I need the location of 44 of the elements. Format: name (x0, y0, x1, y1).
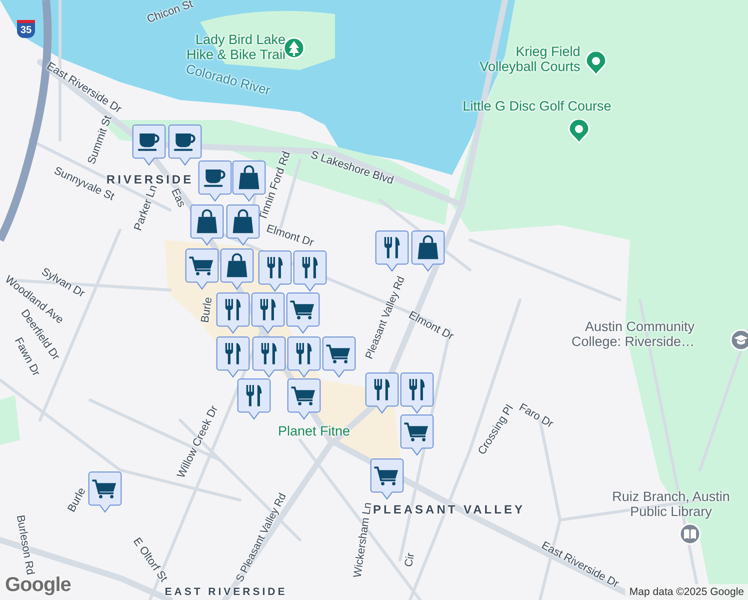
fork-knife-pin-icon[interactable] (216, 336, 250, 378)
shopping-bag-pin-icon[interactable] (226, 204, 260, 246)
attribution-text: Map data ©2025 Google (625, 584, 748, 600)
neighborhood-label: PLEASANT VALLEY (373, 503, 525, 517)
highway-shield: 35 (17, 20, 35, 38)
coffee-cup-pin-icon[interactable] (198, 160, 232, 202)
cart-pin-icon[interactable] (322, 336, 356, 378)
cart-pin-icon[interactable] (400, 414, 434, 456)
shopping-bag-pin-icon[interactable] (411, 230, 445, 272)
neighborhood-label: RIVERSIDE (106, 173, 194, 186)
fork-knife-pin-icon[interactable] (237, 378, 271, 420)
coffee-cup-pin-icon[interactable] (168, 124, 202, 166)
fork-knife-pin-icon[interactable] (375, 230, 409, 272)
place-label: Austin Community College: Riverside… (571, 320, 695, 350)
location-marker-icon[interactable] (585, 51, 607, 76)
street-label: Wickersham Ln (352, 502, 374, 578)
river-label: Colorado River (184, 62, 272, 98)
fork-knife-pin-icon[interactable] (258, 250, 292, 292)
cart-pin-icon[interactable] (88, 471, 122, 513)
street-label: Tinnin Ford Rd (256, 150, 294, 222)
neighborhood-label: EAST RIVERSIDE (164, 587, 288, 599)
fork-knife-pin-icon[interactable] (400, 372, 434, 414)
location-marker-icon[interactable] (568, 119, 590, 144)
place-label: Little G Disc Golf Course (462, 100, 612, 114)
coffee-cup-pin-icon[interactable] (132, 124, 166, 166)
cart-pin-icon[interactable] (287, 378, 321, 420)
place-label: Ruiz Branch, Austin Public Library (612, 490, 730, 520)
place-label: Planet Fitne (278, 424, 350, 440)
street-label: Eas (168, 186, 188, 210)
cart-pin-icon[interactable] (370, 458, 404, 500)
shopping-bag-pin-icon[interactable] (190, 204, 224, 246)
logo: Google (5, 574, 71, 597)
street-label: Burleson Rd (14, 514, 36, 576)
street-label: Parker Ln (132, 184, 160, 232)
fork-knife-pin-icon[interactable] (293, 250, 327, 292)
street-label: Burle (199, 296, 215, 324)
street-label: Cir (402, 552, 418, 568)
street-label: Elmont Dr (264, 222, 316, 250)
fork-knife-pin-icon[interactable] (252, 336, 286, 378)
cart-pin-icon[interactable] (286, 292, 320, 334)
street-label: Faro Dr (516, 401, 556, 431)
place-label: Krieg Field Volleyball Courts (480, 45, 580, 75)
street-label: Burle (66, 486, 88, 514)
place-label: Lady Bird Lake Hike & Bike Trail (186, 33, 286, 63)
